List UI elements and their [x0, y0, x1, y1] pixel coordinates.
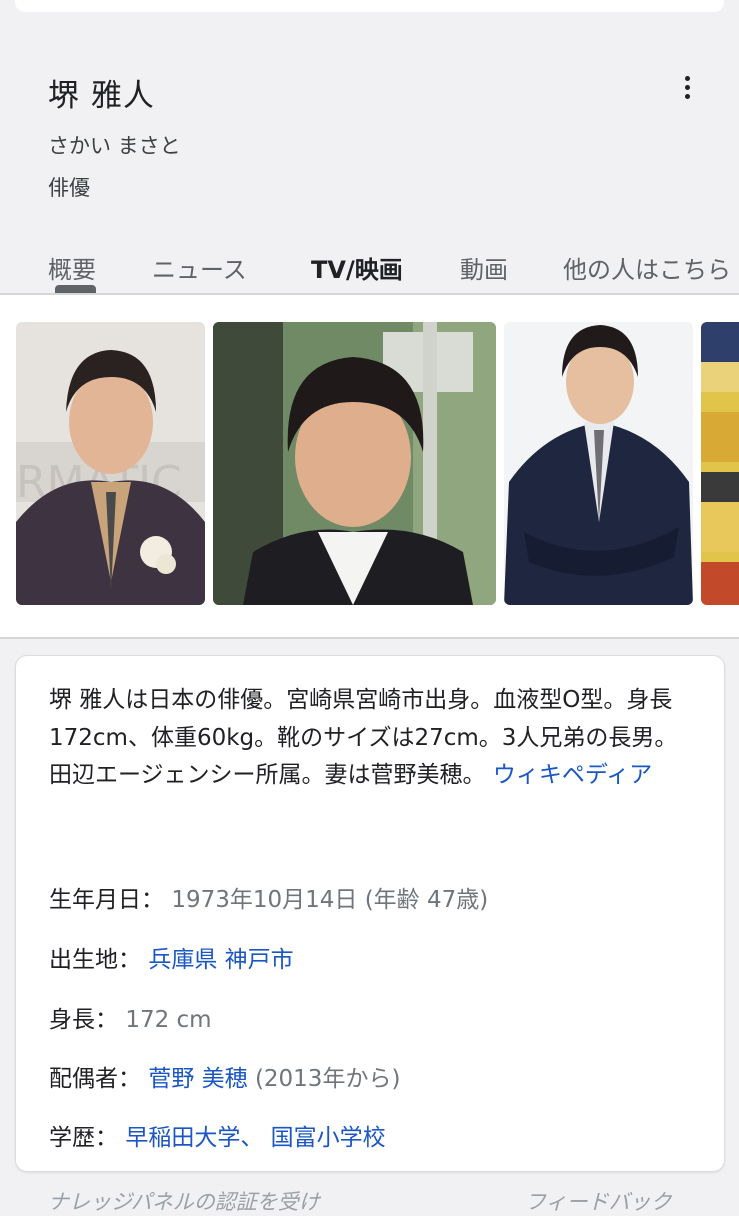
education-link-university[interactable]: 早稲田大学 [125, 1125, 240, 1151]
fact-value: 1973年10月14日 (年齢 47歳) [171, 887, 489, 913]
fact-label: 生年月日： [49, 887, 164, 913]
info-card: 堺 雅人は日本の俳優。宮崎県宮崎市出身。血液型O型。身長172cm、体重60kg… [15, 655, 725, 1172]
education-link-school[interactable]: 国富小学校 [271, 1125, 386, 1151]
fact-label: 出生地： [49, 947, 141, 973]
entity-occupation: 俳優 [48, 176, 90, 200]
fact-value: (2013年から) [254, 1066, 401, 1092]
more-vert-icon [684, 75, 690, 81]
more-options-button[interactable] [666, 70, 708, 104]
birthplace-link-prefecture[interactable]: 兵庫県 [148, 947, 217, 973]
fact-spouse: 配偶者： 菅野 美穂 (2013年から) [49, 1059, 400, 1093]
knowledge-panel-header: 堺 雅人 さかい まさと 俳優 概要 ニュース TV/映画 動画 他の人はこちら [0, 18, 739, 293]
tab-videos[interactable]: 動画 [460, 250, 508, 285]
tab-news[interactable]: ニュース [152, 250, 247, 285]
image-gallery: RMATIC [0, 295, 739, 637]
previous-card-edge [15, 0, 724, 12]
description: 堺 雅人は日本の俳優。宮崎県宮崎市出身。血液型O型。身長172cm、体重60kg… [49, 682, 699, 795]
divider [0, 637, 739, 639]
partial-photo-icon [701, 322, 739, 605]
tab-overview[interactable]: 概要 [48, 250, 96, 285]
entity-name: 堺 雅人 [48, 78, 155, 114]
fact-birth: 生年月日： 1973年10月14日 (年齢 47歳) [49, 880, 488, 914]
fact-label: 身長： [49, 1007, 118, 1033]
spouse-link[interactable]: 菅野 美穂 [148, 1066, 247, 1092]
wikipedia-link[interactable]: ウィキペディア [493, 762, 652, 788]
tab-bar: 概要 ニュース TV/映画 動画 他の人はこちら [0, 240, 739, 290]
gallery-photo-3[interactable] [504, 322, 693, 605]
person-photo-icon: RMATIC [16, 322, 205, 605]
fact-education: 学歴： 早稲田大学、 国富小学校 [49, 1118, 386, 1152]
tab-people-also-search[interactable]: 他の人はこちら [563, 250, 731, 285]
entity-reading: さかい まさと [48, 134, 181, 158]
tab-tv-movies[interactable]: TV/映画 [311, 250, 403, 285]
gallery-photo-2[interactable] [213, 322, 496, 605]
tab-selected-indicator [55, 285, 96, 293]
education-separator: 、 [240, 1125, 264, 1151]
fact-label: 学歴： [49, 1125, 118, 1151]
birthplace-link-city[interactable]: 神戸市 [225, 947, 294, 973]
fact-label: 配偶者： [49, 1066, 141, 1092]
fact-value: 172 cm [125, 1007, 212, 1033]
fact-birthplace: 出生地： 兵庫県 神戸市 [49, 940, 294, 974]
fact-height: 身長： 172 cm [49, 1000, 212, 1034]
person-photo-icon [213, 322, 496, 605]
gallery-photo-1[interactable]: RMATIC [16, 322, 205, 605]
claim-panel-link[interactable]: ナレッジパネルの認証を受け [48, 1186, 320, 1216]
feedback-link[interactable]: フィードバック [525, 1186, 672, 1216]
gallery-photo-4[interactable] [701, 322, 739, 605]
person-photo-icon [504, 322, 693, 605]
